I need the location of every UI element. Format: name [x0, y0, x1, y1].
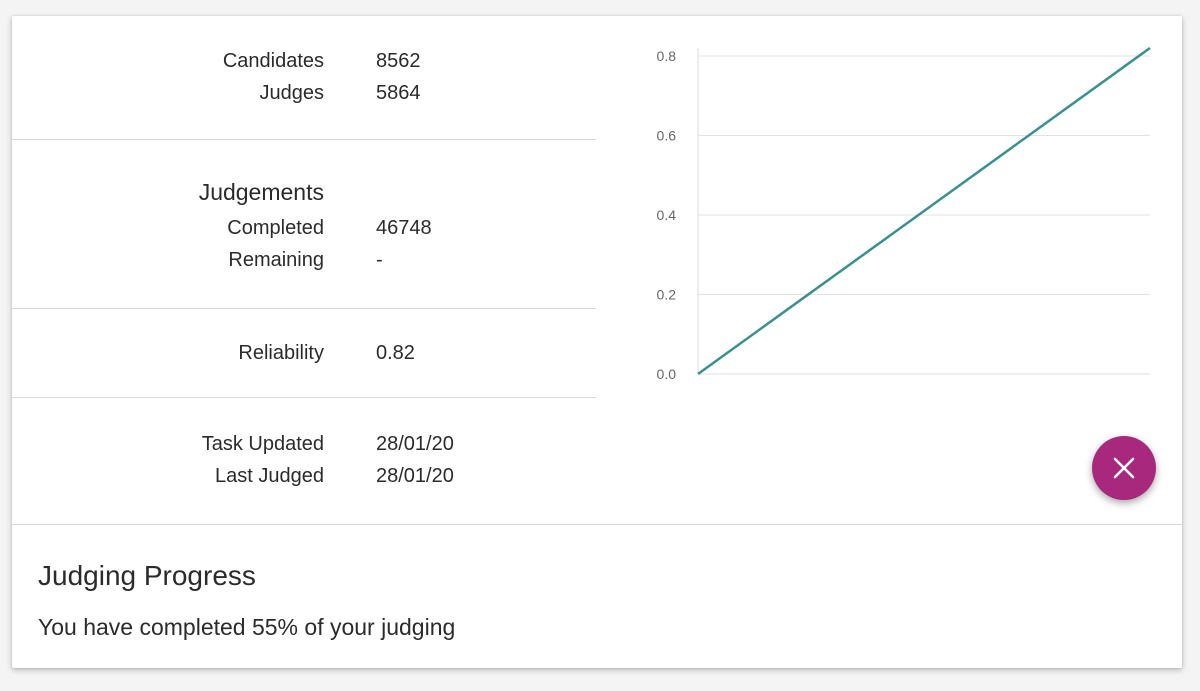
reliability-line-chart: 0.0 0.2 0.4 0.6 0.8	[657, 46, 1151, 382]
completed-label: Completed	[227, 217, 324, 239]
candidates-label: Candidates	[222, 50, 324, 72]
remaining-value: -	[376, 249, 383, 271]
reliability-row: Reliability 0.82	[12, 338, 596, 370]
y-tick-label: 0.4	[657, 207, 677, 223]
candidates-value: 8562	[376, 50, 421, 72]
reliability-label: Reliability	[238, 342, 324, 364]
candidates-row: Candidates 8562	[12, 46, 596, 78]
series-line	[697, 46, 1151, 376]
reliability-chart: 0.0 0.2 0.4 0.6 0.8	[612, 44, 1172, 424]
divider	[12, 139, 596, 140]
reliability-value: 0.82	[376, 342, 415, 364]
task-updated-value: 28/01/20	[376, 433, 454, 455]
completed-value: 46748	[376, 217, 432, 239]
y-tick-label: 0.2	[657, 286, 677, 302]
completed-row: Completed 46748	[12, 213, 596, 245]
judges-label: Judges	[259, 82, 325, 104]
judging-progress-text: You have completed 55% of your judging	[38, 614, 456, 640]
divider	[12, 524, 1182, 525]
last-judged-value: 28/01/20	[376, 465, 454, 487]
y-tick-label: 0.0	[657, 366, 677, 382]
remaining-label: Remaining	[228, 249, 324, 271]
y-tick-label: 0.6	[657, 127, 677, 143]
divider	[12, 397, 596, 398]
task-updated-label: Task Updated	[201, 433, 324, 455]
divider	[12, 308, 596, 309]
last-judged-label: Last Judged	[215, 465, 324, 487]
judges-row: Judges 5864	[12, 78, 596, 110]
task-updated-row: Task Updated 28/01/20	[12, 429, 596, 461]
y-tick-label: 0.8	[657, 48, 677, 64]
remaining-row: Remaining -	[12, 245, 596, 277]
judgements-title: Judgements	[198, 179, 324, 205]
task-summary-card: Candidates 8562 Judges 5864 Judgements C…	[12, 16, 1182, 668]
judging-progress-title: Judging Progress	[38, 560, 256, 591]
close-icon	[1113, 457, 1135, 479]
judges-value: 5864	[376, 82, 421, 104]
close-button[interactable]	[1092, 436, 1156, 500]
last-judged-row: Last Judged 28/01/20	[12, 461, 596, 493]
